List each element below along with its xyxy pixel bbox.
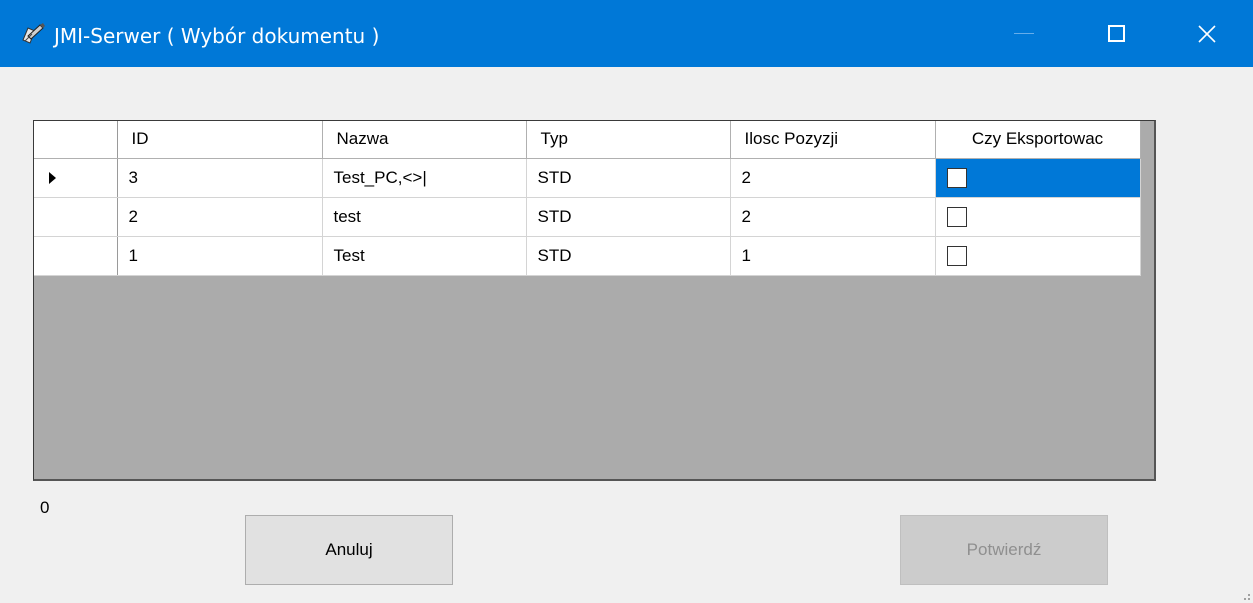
row-header[interactable] (34, 236, 118, 276)
column-header-czy-eksportowac[interactable]: Czy Eksportowac (935, 121, 1141, 159)
export-checkbox[interactable] (946, 245, 967, 266)
close-button[interactable] (1161, 0, 1253, 67)
cell-ilosc[interactable]: 2 (730, 197, 936, 237)
cell-eksport[interactable] (935, 158, 1141, 198)
cell-ilosc[interactable]: 2 (730, 158, 936, 198)
column-header-nazwa[interactable]: Nazwa (322, 121, 527, 159)
documents-table: ID Nazwa Typ Ilosc Pozyzji Czy Eksportow… (34, 121, 1141, 276)
cell-id[interactable]: 3 (117, 158, 323, 198)
close-icon (1198, 24, 1216, 43)
pencil-document-icon (20, 22, 46, 44)
dialog-window: JMI-Serwer ( Wybór dokumentu ) ID Nazwa … (0, 0, 1253, 603)
table-row[interactable]: 3 Test_PC,<>| STD 2 (34, 158, 1141, 198)
resize-grip-icon[interactable] (1240, 590, 1250, 600)
maximize-button[interactable] (1070, 0, 1162, 67)
column-header-id[interactable]: ID (117, 121, 323, 159)
table-row[interactable]: 2 test STD 2 (34, 197, 1141, 237)
header-row: ID Nazwa Typ Ilosc Pozyzji Czy Eksportow… (34, 121, 1141, 159)
row-header[interactable] (34, 197, 118, 237)
row-header[interactable] (34, 158, 118, 198)
documents-grid[interactable]: ID Nazwa Typ Ilosc Pozyzji Czy Eksportow… (33, 120, 1156, 481)
cell-typ[interactable]: STD (526, 197, 731, 237)
column-header-typ[interactable]: Typ (526, 121, 731, 159)
export-checkbox[interactable] (946, 206, 967, 227)
cell-nazwa[interactable]: Test_PC,<>| (322, 158, 527, 198)
cell-ilosc[interactable]: 1 (730, 236, 936, 276)
cell-eksport[interactable] (935, 236, 1141, 276)
title-bar[interactable]: JMI-Serwer ( Wybór dokumentu ) (0, 0, 1253, 67)
window-title: JMI-Serwer ( Wybór dokumentu ) (54, 24, 380, 48)
cell-typ[interactable]: STD (526, 158, 731, 198)
cell-typ[interactable]: STD (526, 236, 731, 276)
selected-count-label: 0 (40, 498, 50, 517)
minimize-icon (1014, 33, 1034, 34)
cell-id[interactable]: 1 (117, 236, 323, 276)
table-row[interactable]: 1 Test STD 1 (34, 236, 1141, 276)
row-header-corner (34, 121, 118, 159)
confirm-button[interactable]: Potwierdź (900, 515, 1108, 585)
minimize-button[interactable] (978, 0, 1070, 67)
cell-eksport[interactable] (935, 197, 1141, 237)
export-checkbox[interactable] (946, 167, 967, 188)
cell-nazwa[interactable]: Test (322, 236, 527, 276)
column-header-ilosc-pozycji[interactable]: Ilosc Pozyzji (730, 121, 936, 159)
cell-id[interactable]: 2 (117, 197, 323, 237)
cancel-button[interactable]: Anuluj (245, 515, 453, 585)
cell-nazwa[interactable]: test (322, 197, 527, 237)
maximize-icon (1107, 25, 1125, 42)
current-row-arrow-icon (49, 171, 56, 184)
